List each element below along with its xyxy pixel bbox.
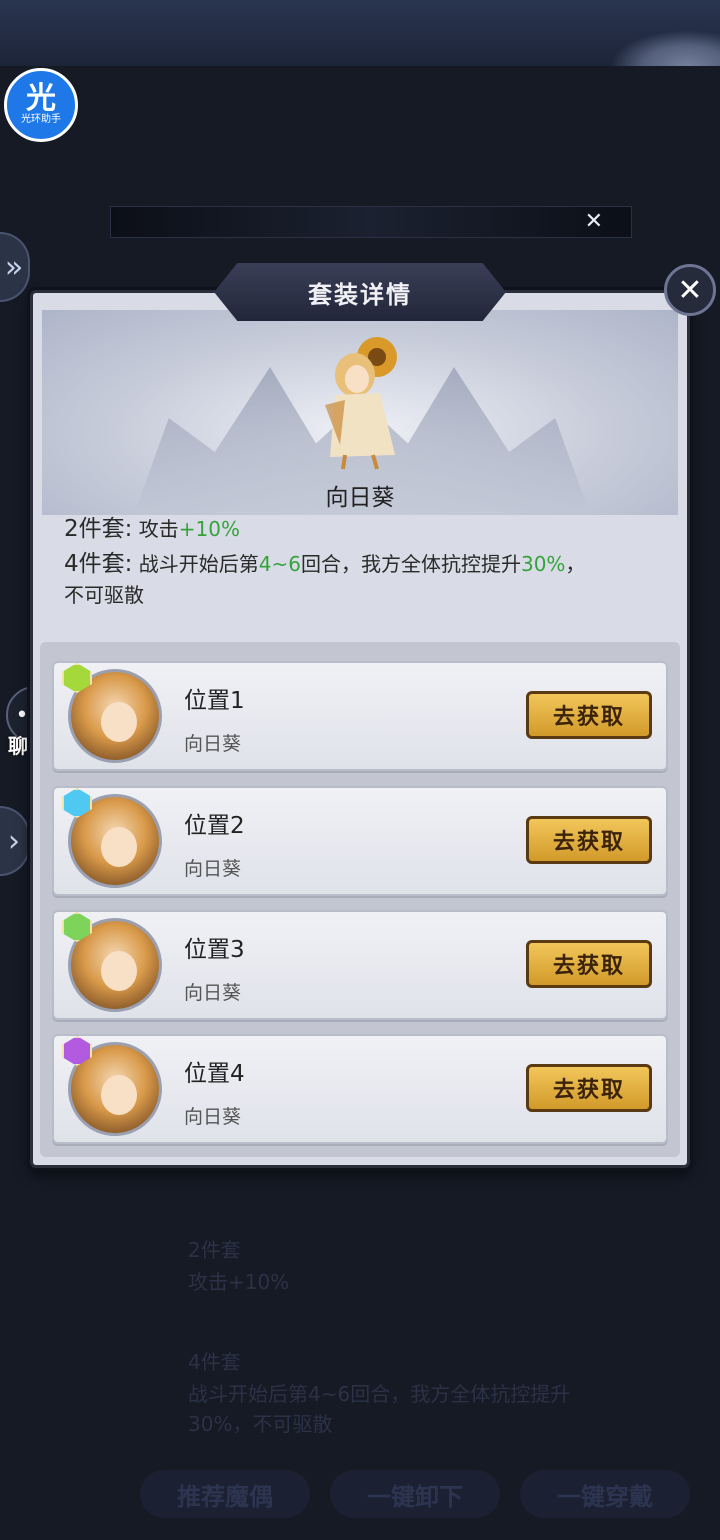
slot-name: 位置3 (184, 937, 245, 963)
equip-all-button[interactable]: 一键穿戴 (520, 1470, 690, 1518)
bonus-4-value: 30% (520, 552, 566, 576)
slot-set-name: 向日葵 (184, 733, 242, 755)
top-banner (0, 0, 720, 66)
go-obtain-button[interactable]: 去获取 (526, 816, 652, 864)
underlay-text: 30%，不可驱散 (188, 1412, 333, 1436)
underlay-text: 攻击+10% (188, 1270, 290, 1294)
slot-name: 位置4 (184, 1061, 245, 1087)
slot-row: 位置2 向日葵 去获取 (52, 786, 668, 896)
helper-logo: 光 (26, 81, 56, 116)
panel-title: 套装详情 (214, 263, 506, 321)
bonus-4-label: 4件套: (64, 551, 133, 577)
helper-label: 光环助手 (21, 114, 61, 125)
slot-set-name: 向日葵 (184, 858, 242, 880)
underlay-text: 战斗开始后第4~6回合，我方全体抗控提升 (188, 1382, 571, 1406)
slot-row: 位置3 向日葵 去获取 (52, 910, 668, 1020)
bonus-2-piece: 2件套: 攻击+10% (64, 514, 240, 544)
helper-badge[interactable]: 光 光环助手 (4, 68, 78, 142)
slot-set-name: 向日葵 (184, 1106, 242, 1128)
bonus-4-text-c: ， (565, 552, 586, 576)
bonus-4-range: 4~6 (258, 552, 301, 576)
bonus-2-value: +10% (178, 517, 240, 541)
slot-row: 位置4 向日葵 去获取 (52, 1034, 668, 1144)
underlay-text: 4件套 (188, 1350, 241, 1374)
bonus-4-line2: 不可驱散 (64, 583, 144, 607)
go-obtain-button[interactable]: 去获取 (526, 940, 652, 988)
go-obtain-button[interactable]: 去获取 (526, 691, 652, 739)
bonus-2-label: 2件套: (64, 516, 133, 542)
unequip-all-button[interactable]: 一键卸下 (330, 1470, 500, 1518)
underlay-text: 2件套 (188, 1238, 241, 1262)
underlay-title-bar: ✕ (110, 206, 632, 238)
set-name: 向日葵 (325, 485, 395, 511)
slot-set-name: 向日葵 (184, 982, 242, 1004)
chevron-right-icon: › (8, 823, 20, 859)
bonus-4-piece: 4件套: 战斗开始后第4~6回合，我方全体抗控提升30%， (64, 549, 585, 579)
slot-name: 位置1 (184, 688, 245, 714)
recommend-button[interactable]: 推荐魔偶 (140, 1470, 310, 1518)
slot-row: 位置1 向日葵 去获取 (52, 661, 668, 771)
bonus-4-text-b: 回合，我方全体抗控提升 (300, 552, 521, 576)
close-icon: ✕ (677, 272, 703, 308)
bonus-4-text-a: 战斗开始后第 (138, 552, 259, 576)
close-button[interactable]: ✕ (664, 264, 716, 316)
sunflower-figure-image (325, 337, 397, 470)
slot-name: 位置2 (184, 813, 245, 839)
bonus-2-text: 攻击 (138, 517, 179, 541)
go-obtain-button[interactable]: 去获取 (526, 1064, 652, 1112)
underlay-close-icon[interactable]: ✕ (585, 209, 603, 234)
double-chevron-right-icon: » (4, 249, 24, 285)
